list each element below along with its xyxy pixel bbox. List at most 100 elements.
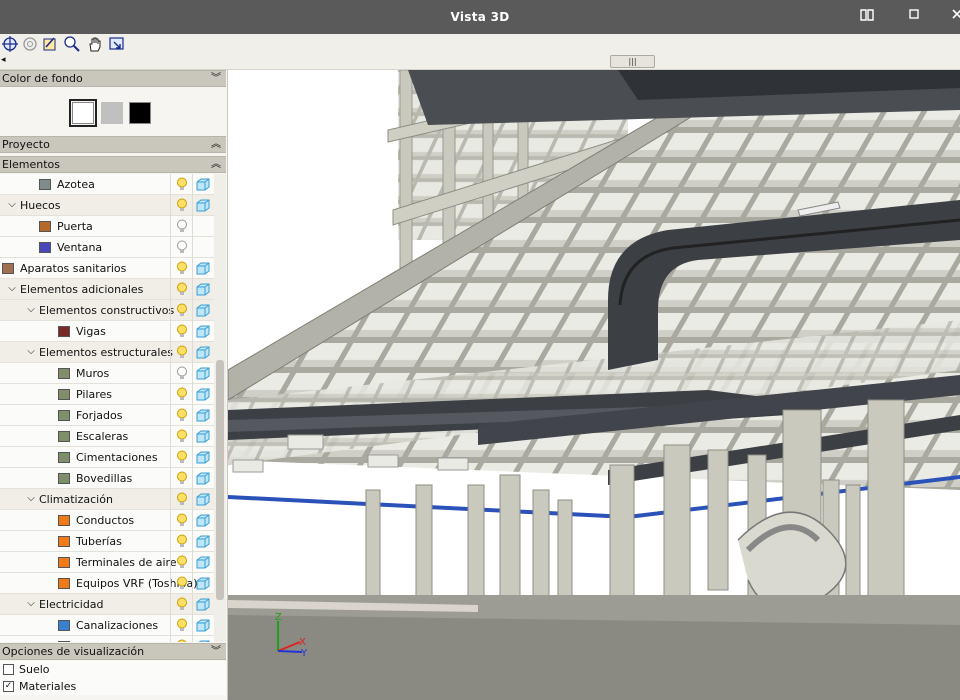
tree-row-bovedillas[interactable]: Bovedillas [0,468,214,489]
tree-row-muros[interactable]: Muros [0,363,214,384]
tree-row-huecos[interactable]: ⌵ Huecos [0,195,214,216]
lightbulb-on-icon[interactable] [176,618,188,633]
tree-row-pilares[interactable]: Pilares [0,384,214,405]
project-header[interactable]: Proyecto ︽ [0,136,226,153]
cube-icon[interactable] [196,199,210,212]
cube-icon[interactable] [196,304,210,317]
lightbulb-on-icon[interactable] [176,345,188,360]
tree-row-ventana[interactable]: Ventana [0,237,214,258]
cube-icon[interactable] [196,430,210,443]
lightbulb-off-icon[interactable] [176,240,188,255]
lightbulb-on-icon[interactable] [176,177,188,192]
zoom-window-icon[interactable] [63,35,81,53]
lightbulb-on-icon[interactable] [176,282,188,297]
cube-icon[interactable] [196,472,210,485]
color-swatch[interactable] [58,389,70,400]
tree-row-forjados[interactable]: Forjados [0,405,214,426]
lightbulb-on-icon[interactable] [176,408,188,423]
lightbulb-on-icon[interactable] [176,639,188,642]
expand-chevron-icon[interactable]: ︽ [211,157,221,172]
expand-chevron-icon[interactable]: ⌵ [6,283,18,294]
tree-row-climatización[interactable]: ⌵ Climatización [0,489,214,510]
color-swatch[interactable] [39,221,51,232]
swatch-white[interactable] [69,99,97,127]
swatch-gray[interactable] [101,102,123,124]
option-suelo[interactable]: Suelo [0,661,226,678]
splitter-grip[interactable]: ||| [610,55,655,68]
background-color-header[interactable]: Color de fondo ︾ [0,70,226,87]
lightbulb-on-icon[interactable] [176,471,188,486]
3d-viewport[interactable]: Z X Y [228,70,960,700]
lightbulb-on-icon[interactable] [176,576,188,591]
tree-row-tuberías[interactable]: Tuberías [0,531,214,552]
cube-icon[interactable] [196,556,210,569]
tree-row-terminales-de-aire[interactable]: Terminales de aire [0,552,214,573]
tree-row-azotea[interactable]: Azotea [0,174,214,195]
collapse-left-icon[interactable]: ◂ [1,55,6,65]
cube-icon[interactable] [196,640,210,642]
color-swatch[interactable] [58,431,70,442]
cube-icon[interactable] [196,598,210,611]
lightbulb-on-icon[interactable] [176,513,188,528]
lightbulb-on-icon[interactable] [176,303,188,318]
tree-row-puerta[interactable]: Puerta [0,216,214,237]
color-swatch[interactable] [58,536,70,547]
lightbulb-on-icon[interactable] [176,492,188,507]
tree-row-canalizaciones[interactable]: Canalizaciones [0,615,214,636]
tree-row-elementos-constructivos[interactable]: ⌵ Elementos constructivos [0,300,214,321]
color-swatch[interactable] [58,410,70,421]
scrollbar-thumb[interactable] [216,360,224,600]
close-icon[interactable] [946,7,960,27]
expand-chevron-icon[interactable]: ⌵ [25,346,37,357]
lightbulb-off-icon[interactable] [176,219,188,234]
tree-row-escaleras[interactable]: Escaleras [0,426,214,447]
book-icon[interactable] [856,7,878,27]
tree-scrollbar[interactable] [214,174,226,642]
color-swatch[interactable] [58,557,70,568]
pan-hand-icon[interactable] [86,35,104,53]
tree-row-electricidad[interactable]: ⌵ Electricidad [0,594,214,615]
lightbulb-on-icon[interactable] [176,555,188,570]
color-swatch[interactable] [58,473,70,484]
expand-chevron-icon[interactable]: ⌵ [25,304,37,315]
cube-icon[interactable] [196,325,210,338]
expand-chevron-icon[interactable]: ⌵ [25,598,37,609]
collapse-chevron-icon[interactable]: ︾ [211,71,221,86]
cube-icon[interactable] [196,346,210,359]
cube-icon[interactable] [196,451,210,464]
export-view-icon[interactable] [108,35,126,53]
swatch-black[interactable] [129,102,151,124]
checkbox-materiales[interactable]: ✓ [3,681,14,692]
lightbulb-on-icon[interactable] [176,387,188,402]
cube-icon[interactable] [196,619,210,632]
lightbulb-on-icon[interactable] [176,198,188,213]
cube-icon[interactable] [196,577,210,590]
color-swatch[interactable] [58,326,70,337]
cube-icon[interactable] [196,493,210,506]
tree-row-equipos-vrf-toshiba[interactable]: Equipos VRF (Toshiba) [0,573,214,594]
color-swatch[interactable] [58,452,70,463]
rotate-view-icon[interactable] [41,35,59,53]
option-materiales[interactable]: ✓ Materiales [0,678,226,695]
cube-icon[interactable] [196,388,210,401]
elements-header[interactable]: Elementos ︽ [0,156,226,173]
tree-row-vigas[interactable]: Vigas [0,321,214,342]
building-model[interactable]: Z X Y [228,70,960,700]
cube-icon[interactable] [196,514,210,527]
expand-chevron-icon[interactable]: ⌵ [25,493,37,504]
lightbulb-on-icon[interactable] [176,597,188,612]
lightbulb-on-icon[interactable] [176,429,188,444]
collapse-chevron-icon[interactable]: ︾ [211,644,221,659]
orbit-icon[interactable] [1,35,19,53]
lightbulb-on-icon[interactable] [176,450,188,465]
expand-chevron-icon[interactable]: ︽ [211,137,221,152]
lightbulb-off-icon[interactable] [176,366,188,381]
cube-icon[interactable] [196,283,210,296]
tree-row-cimentaciones[interactable]: Cimentaciones [0,447,214,468]
color-swatch[interactable] [58,368,70,379]
checkbox-suelo[interactable] [3,664,14,675]
color-swatch[interactable] [2,263,14,274]
color-swatch[interactable] [39,179,51,190]
lightbulb-on-icon[interactable] [176,534,188,549]
cube-icon[interactable] [196,262,210,275]
